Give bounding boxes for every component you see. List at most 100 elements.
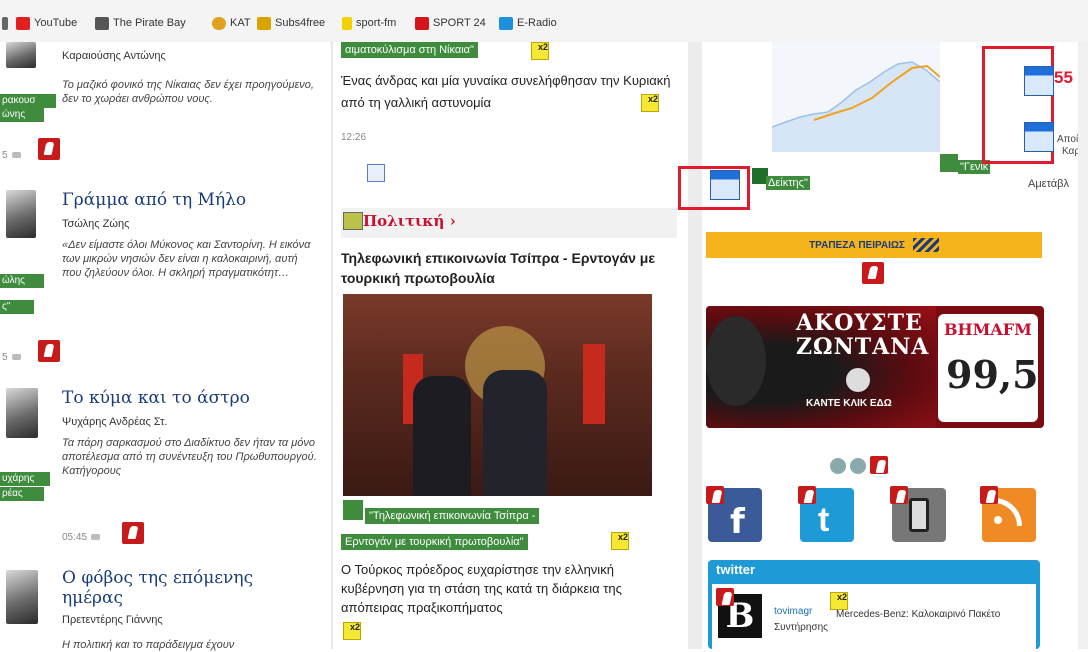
article-excerpt[interactable]: Το μαζικό φονικό της Νίκαιας δεν έχει πρ… bbox=[62, 78, 324, 106]
article-excerpt[interactable]: Η πολιτική και το παράδειγμα έχουν bbox=[62, 638, 320, 652]
radio-line2: ΖΩΝΤΑΝΑ bbox=[796, 334, 930, 360]
kat-icon bbox=[212, 16, 226, 30]
pirate-ship-icon bbox=[95, 16, 109, 30]
timestamp: 12:26 bbox=[341, 132, 367, 143]
person-left bbox=[413, 376, 471, 496]
tweet-text[interactable]: Mercedes-Benz: Καλοκαιρινό Πακέτο Συντήρ… bbox=[774, 608, 1010, 634]
tag-icon bbox=[343, 500, 363, 520]
avatar bbox=[6, 190, 36, 238]
arrow-icon bbox=[2, 16, 8, 30]
sidebar-column: Δείκτης" "Γενικ 55 Αποί Καροί Αμετάβλ ΤΡ… bbox=[678, 42, 1088, 649]
subs-icon bbox=[257, 16, 271, 30]
person-right bbox=[483, 370, 547, 496]
hand-icon[interactable] bbox=[38, 138, 60, 160]
bookmark-eradio[interactable]: E-Radio bbox=[499, 14, 557, 32]
story-photo[interactable] bbox=[343, 294, 652, 496]
radio-line1: ΑΚΟΥΣΤΕ bbox=[796, 310, 923, 336]
bank-banner[interactable]: ΤΡΑΠΕΖΑ ΠΕΙΡΑΙΩΣ bbox=[706, 232, 1042, 258]
list-icon[interactable] bbox=[367, 164, 385, 182]
tweet-panel: B tovimagr x2 Mercedes-Benz: Καλοκαιρινό… bbox=[712, 584, 1036, 649]
article-excerpt[interactable]: «Δεν είμαστε όλοι Μύκονος και Σαντορίνη.… bbox=[62, 238, 320, 280]
author-name[interactable]: Τσώλης Ζώης bbox=[62, 218, 129, 230]
twitter-header: twitter bbox=[716, 562, 755, 577]
market-index-chart[interactable] bbox=[772, 42, 940, 152]
chart-tag[interactable]: Δείκτης" bbox=[766, 176, 810, 190]
image-caption[interactable]: αιματοκύλισμα στη Νίκαια" bbox=[341, 42, 478, 58]
hand-icon[interactable] bbox=[870, 456, 888, 474]
bookmark-youtube[interactable]: YouTube bbox=[16, 14, 77, 32]
bookmark-piratebay[interactable]: The Pirate Bay bbox=[95, 14, 186, 32]
x2-badge[interactable]: x2 bbox=[641, 94, 659, 112]
image-caption[interactable]: Ερντογάν με τουρκική πρωτοβουλία" bbox=[341, 534, 528, 550]
author-name[interactable]: Ψυχάρης Ανδρέας Στ. bbox=[62, 416, 167, 428]
sport24-icon bbox=[415, 16, 429, 30]
twitter-widget: twitter B tovimagr x2 Mercedes-Benz: Καλ… bbox=[708, 560, 1040, 649]
x2-badge[interactable]: x2 bbox=[611, 532, 629, 550]
window-icon[interactable] bbox=[710, 170, 740, 200]
bookmark-sport24[interactable]: SPORT 24 bbox=[415, 14, 486, 32]
author-tag: ρέας bbox=[0, 487, 44, 501]
headline[interactable]: Ένας άνδρας και μία γυναίκα συνελήφθησαν… bbox=[341, 70, 671, 114]
comment-meta: 5 bbox=[2, 352, 21, 363]
author-tag: υχάρης bbox=[0, 472, 50, 486]
window-icon[interactable] bbox=[1024, 66, 1054, 96]
scrollbar[interactable] bbox=[1078, 42, 1088, 649]
article-title[interactable]: Ο φόβος της επόμενης ημέρας bbox=[62, 568, 282, 608]
story-excerpt[interactable]: Ο Τούρκος πρόεδρος ευχαρίστησε την ελλην… bbox=[341, 560, 671, 617]
radio-brand: ΒΗΜΑFM bbox=[944, 320, 1032, 339]
avatar bbox=[6, 388, 38, 438]
radio-frequency: 99,5 bbox=[946, 352, 1039, 397]
article-title[interactable]: Το κύμα και το άστρο bbox=[62, 388, 250, 408]
bookmark-kat[interactable]: KAT bbox=[212, 14, 251, 32]
comment-meta: 5 bbox=[2, 150, 21, 161]
section-title[interactable]: Πολιτική › bbox=[363, 212, 456, 230]
hand-icon[interactable] bbox=[706, 486, 724, 504]
author-tag: ρακουσ bbox=[0, 94, 56, 108]
article-title[interactable]: Γράμμα από τη Μήλο bbox=[62, 190, 246, 210]
bookmark-sportfm[interactable]: sport-fm bbox=[342, 14, 396, 32]
comment-meta: 05:45 bbox=[62, 532, 101, 543]
comment-icon bbox=[11, 354, 21, 361]
side-text: Αμετάβλ bbox=[1028, 178, 1069, 190]
author-tag: ώνης bbox=[0, 108, 44, 122]
opinion-column: Καραιούσης Αντώνης Το μαζικό φονικό της … bbox=[0, 42, 330, 652]
bookmark-arrow[interactable] bbox=[2, 14, 12, 32]
power-icon bbox=[846, 368, 870, 392]
x2-badge[interactable]: x2 bbox=[531, 42, 549, 60]
hand-icon[interactable] bbox=[798, 486, 816, 504]
radio-cta: ΚΑΝΤΕ ΚΛΙΚ ΕΔΩ bbox=[806, 398, 892, 409]
story-title[interactable]: Τηλεφωνική επικοινωνία Τσίπρα - Ερντογάν… bbox=[341, 248, 677, 288]
window-icon[interactable] bbox=[1024, 122, 1054, 152]
bookmarks-bar: YouTube The Pirate Bay KAT Subs4free spo… bbox=[0, 0, 1088, 43]
speaker-icon bbox=[706, 316, 766, 406]
comment-icon bbox=[11, 152, 21, 159]
hand-icon[interactable] bbox=[980, 486, 998, 504]
sportfm-icon bbox=[342, 16, 352, 30]
hand-icon[interactable] bbox=[862, 262, 884, 284]
article-excerpt[interactable]: Τα πάρη σαρκασμού στο Διαδίκτυο δεν ήταν… bbox=[62, 436, 320, 478]
image-caption[interactable]: "Τηλεφωνική επικοινωνία Τσίπρα - bbox=[365, 508, 540, 524]
news-column: αιματοκύλισμα στη Νίκαια" x2 Ένας άνδρας… bbox=[333, 42, 688, 649]
number-label: 55 bbox=[1054, 68, 1073, 87]
avatar bbox=[6, 42, 36, 68]
author-tag: ώλης bbox=[0, 274, 44, 288]
flag bbox=[583, 344, 605, 424]
author-name[interactable]: Καραιούσης Αντώνης bbox=[62, 50, 166, 62]
radio-banner[interactable]: ΑΚΟΥΣΤΕ ΖΩΝΤΑΝΑ ΚΑΝΤΕ ΚΛΙΚ ΕΔΩ ΒΗΜΑFM 99… bbox=[706, 306, 1044, 428]
hand-icon[interactable] bbox=[122, 522, 144, 544]
tag-icon bbox=[940, 154, 958, 172]
avatar bbox=[6, 570, 38, 624]
globe-icon[interactable] bbox=[850, 458, 866, 474]
hand-icon[interactable] bbox=[716, 588, 734, 606]
globe-icon[interactable] bbox=[830, 458, 846, 474]
hand-icon[interactable] bbox=[38, 340, 60, 362]
eradio-icon bbox=[499, 16, 513, 30]
hand-icon[interactable] bbox=[890, 486, 908, 504]
section-icon bbox=[343, 212, 363, 230]
author-name[interactable]: Πρετεντέρης Γιάννης bbox=[62, 614, 163, 626]
youtube-icon bbox=[16, 16, 30, 30]
column-divider bbox=[688, 42, 702, 649]
comment-icon bbox=[91, 534, 101, 541]
x2-badge[interactable]: x2 bbox=[343, 622, 361, 640]
bookmark-subs4free[interactable]: Subs4free bbox=[257, 14, 325, 32]
